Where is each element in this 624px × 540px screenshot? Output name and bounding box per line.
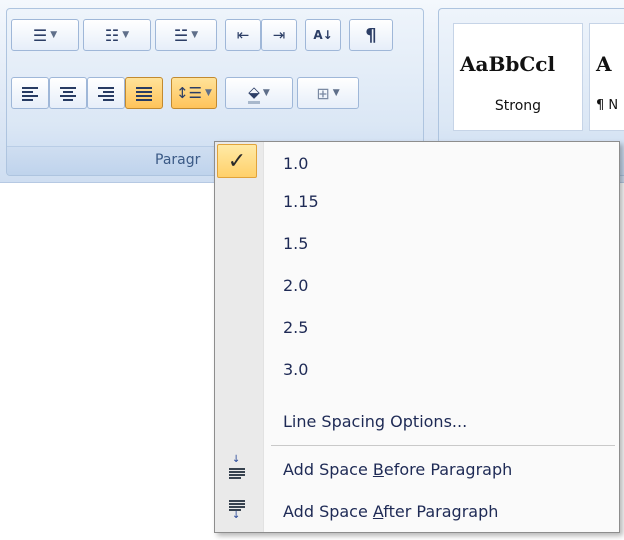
align-left-icon — [22, 86, 38, 101]
menu-item-label: 1.15 — [283, 191, 319, 211]
line-spacing-menu: ✓ 1.0 1.15 1.5 2.0 2.5 3.0 Line Spacing … — [214, 141, 620, 533]
menu-item-spacing-3-0[interactable]: 3.0 — [215, 348, 619, 390]
menu-item-label: 1.0 — [283, 153, 309, 173]
show-formatting-marks-button[interactable]: ¶ — [349, 19, 393, 51]
increase-indent-icon: ⇥ — [272, 26, 286, 44]
align-right-icon — [98, 86, 114, 101]
increase-indent-button[interactable]: ⇥ — [261, 19, 297, 51]
style-normal-sample: A — [596, 52, 612, 76]
menu-item-label: 2.5 — [283, 317, 309, 337]
menu-item-label: 2.0 — [283, 275, 309, 295]
style-strong-name: Strong — [494, 98, 542, 114]
bullets-icon: ☰ — [32, 25, 48, 45]
menu-item-spacing-2-5[interactable]: 2.5 — [215, 306, 619, 348]
menu-item-label: Line Spacing Options... — [283, 411, 468, 431]
align-center-button[interactable] — [49, 77, 87, 109]
chevron-down-icon: ▼ — [262, 88, 270, 98]
chevron-down-icon: ▼ — [191, 30, 199, 40]
multilevel-list-icon: ☱ — [173, 25, 189, 45]
numbering-button[interactable]: ☷ ▼ — [83, 19, 151, 51]
add-space-after-icon: ↓ — [229, 500, 245, 521]
line-spacing-icon: ↕☰ — [176, 84, 203, 102]
menu-item-label: 1.5 — [283, 233, 309, 253]
sort-button[interactable]: A↓ — [305, 19, 341, 51]
justify-icon — [136, 86, 152, 101]
menu-item-label: Add Space Before Paragraph — [283, 459, 513, 479]
line-spacing-button[interactable]: ↕☰ ▼ — [171, 77, 217, 109]
menu-item-add-space-before[interactable]: ↓ Add Space Before Paragraph — [215, 448, 619, 490]
menu-item-spacing-1-0[interactable]: ✓ 1.0 — [215, 142, 619, 184]
decrease-indent-icon: ⇤ — [236, 26, 250, 44]
pilcrow-icon: ¶ — [365, 24, 377, 46]
chevron-down-icon: ▼ — [332, 88, 340, 98]
style-strong-sample: AaBbCcl — [460, 52, 556, 76]
menu-item-label: 3.0 — [283, 359, 309, 379]
borders-icon: ⊞ — [316, 83, 330, 103]
borders-button[interactable]: ⊞ ▼ — [297, 77, 359, 109]
paragraph-group-label: Paragr — [155, 152, 201, 168]
menu-item-line-spacing-options[interactable]: Line Spacing Options... — [215, 400, 619, 442]
justify-button[interactable] — [125, 77, 163, 109]
bullets-button[interactable]: ☰ ▼ — [11, 19, 79, 51]
align-center-icon — [60, 86, 76, 101]
menu-item-spacing-2-0[interactable]: 2.0 — [215, 264, 619, 306]
decrease-indent-button[interactable]: ⇤ — [225, 19, 261, 51]
align-right-button[interactable] — [87, 77, 125, 109]
multilevel-list-button[interactable]: ☱ ▼ — [155, 19, 217, 51]
menu-separator — [271, 445, 615, 446]
chevron-down-icon: ▼ — [205, 88, 212, 98]
style-strong-tile[interactable]: AaBbCcl Strong — [453, 23, 583, 131]
shading-icon: ⬙ — [248, 83, 260, 104]
style-normal-name: ¶ N — [596, 98, 619, 113]
align-left-button[interactable] — [11, 77, 49, 109]
menu-item-add-space-after[interactable]: ↓ Add Space After Paragraph — [215, 490, 619, 532]
add-space-before-icon: ↓ — [229, 454, 245, 479]
numbering-icon: ☷ — [104, 25, 120, 45]
shading-button[interactable]: ⬙ ▼ — [225, 77, 293, 109]
checkmark-icon: ✓ — [217, 144, 257, 178]
chevron-down-icon: ▼ — [122, 30, 130, 40]
chevron-down-icon: ▼ — [50, 30, 58, 40]
menu-item-spacing-1-15[interactable]: 1.15 — [215, 180, 619, 222]
style-normal-tile[interactable]: A ¶ N — [589, 23, 624, 131]
menu-item-label: Add Space After Paragraph — [283, 501, 499, 521]
menu-item-spacing-1-5[interactable]: 1.5 — [215, 222, 619, 264]
sort-icon: A↓ — [313, 28, 333, 42]
